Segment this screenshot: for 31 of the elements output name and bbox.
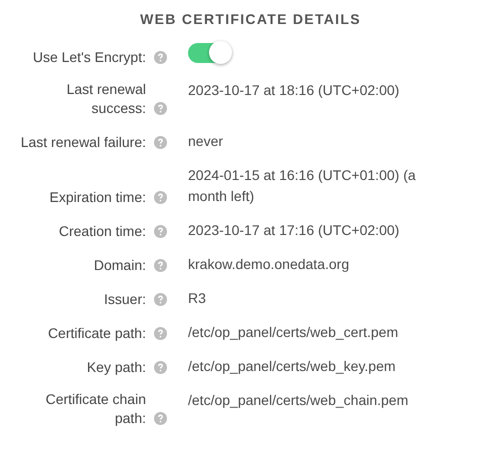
field-label: Key path: — [86, 358, 146, 377]
field-label: Use Let's Encrypt: — [32, 48, 146, 67]
help-icon[interactable] — [154, 136, 167, 149]
help-icon[interactable] — [154, 225, 167, 238]
field-label: Creation time: — [58, 222, 146, 241]
field-value: /etc/op_panel/certs/web_chain.pem — [188, 391, 410, 410]
field-label: Last renewal success: — [66, 80, 146, 118]
field-label: Expiration time: — [50, 188, 146, 207]
field-label: Last renewal failure: — [20, 133, 146, 152]
help-icon[interactable] — [154, 191, 167, 204]
help-icon[interactable] — [154, 293, 167, 306]
field-value: 2024-01-15 at 16:16 (UTC+01:00) (a month left) — [188, 166, 417, 206]
field-value: R3 — [188, 289, 207, 308]
help-icon[interactable] — [154, 259, 167, 272]
field-label: Certificate chain path: — [46, 390, 146, 428]
help-icon[interactable] — [154, 327, 167, 340]
help-icon[interactable] — [154, 412, 167, 425]
toggle-switch[interactable] — [188, 43, 230, 63]
field-label: Issuer: — [104, 290, 146, 309]
field-value: /etc/op_panel/certs/web_cert.pem — [188, 323, 400, 342]
field-value: 2023-10-17 at 18:16 (UTC+02:00) — [188, 81, 400, 100]
field-label: Domain: — [94, 256, 146, 275]
field-value: /etc/op_panel/certs/web_key.pem — [188, 357, 397, 376]
field-value: never — [188, 132, 224, 151]
field-value: krakow.demo.onedata.org — [188, 255, 350, 274]
field-value: 2023-10-17 at 17:16 (UTC+02:00) — [188, 221, 400, 240]
help-icon[interactable] — [154, 102, 167, 115]
field-label: Certificate path: — [48, 324, 146, 343]
help-icon[interactable] — [154, 51, 167, 64]
help-icon[interactable] — [154, 361, 167, 374]
section-title: WEB CERTIFICATE DETAILS — [140, 11, 361, 27]
